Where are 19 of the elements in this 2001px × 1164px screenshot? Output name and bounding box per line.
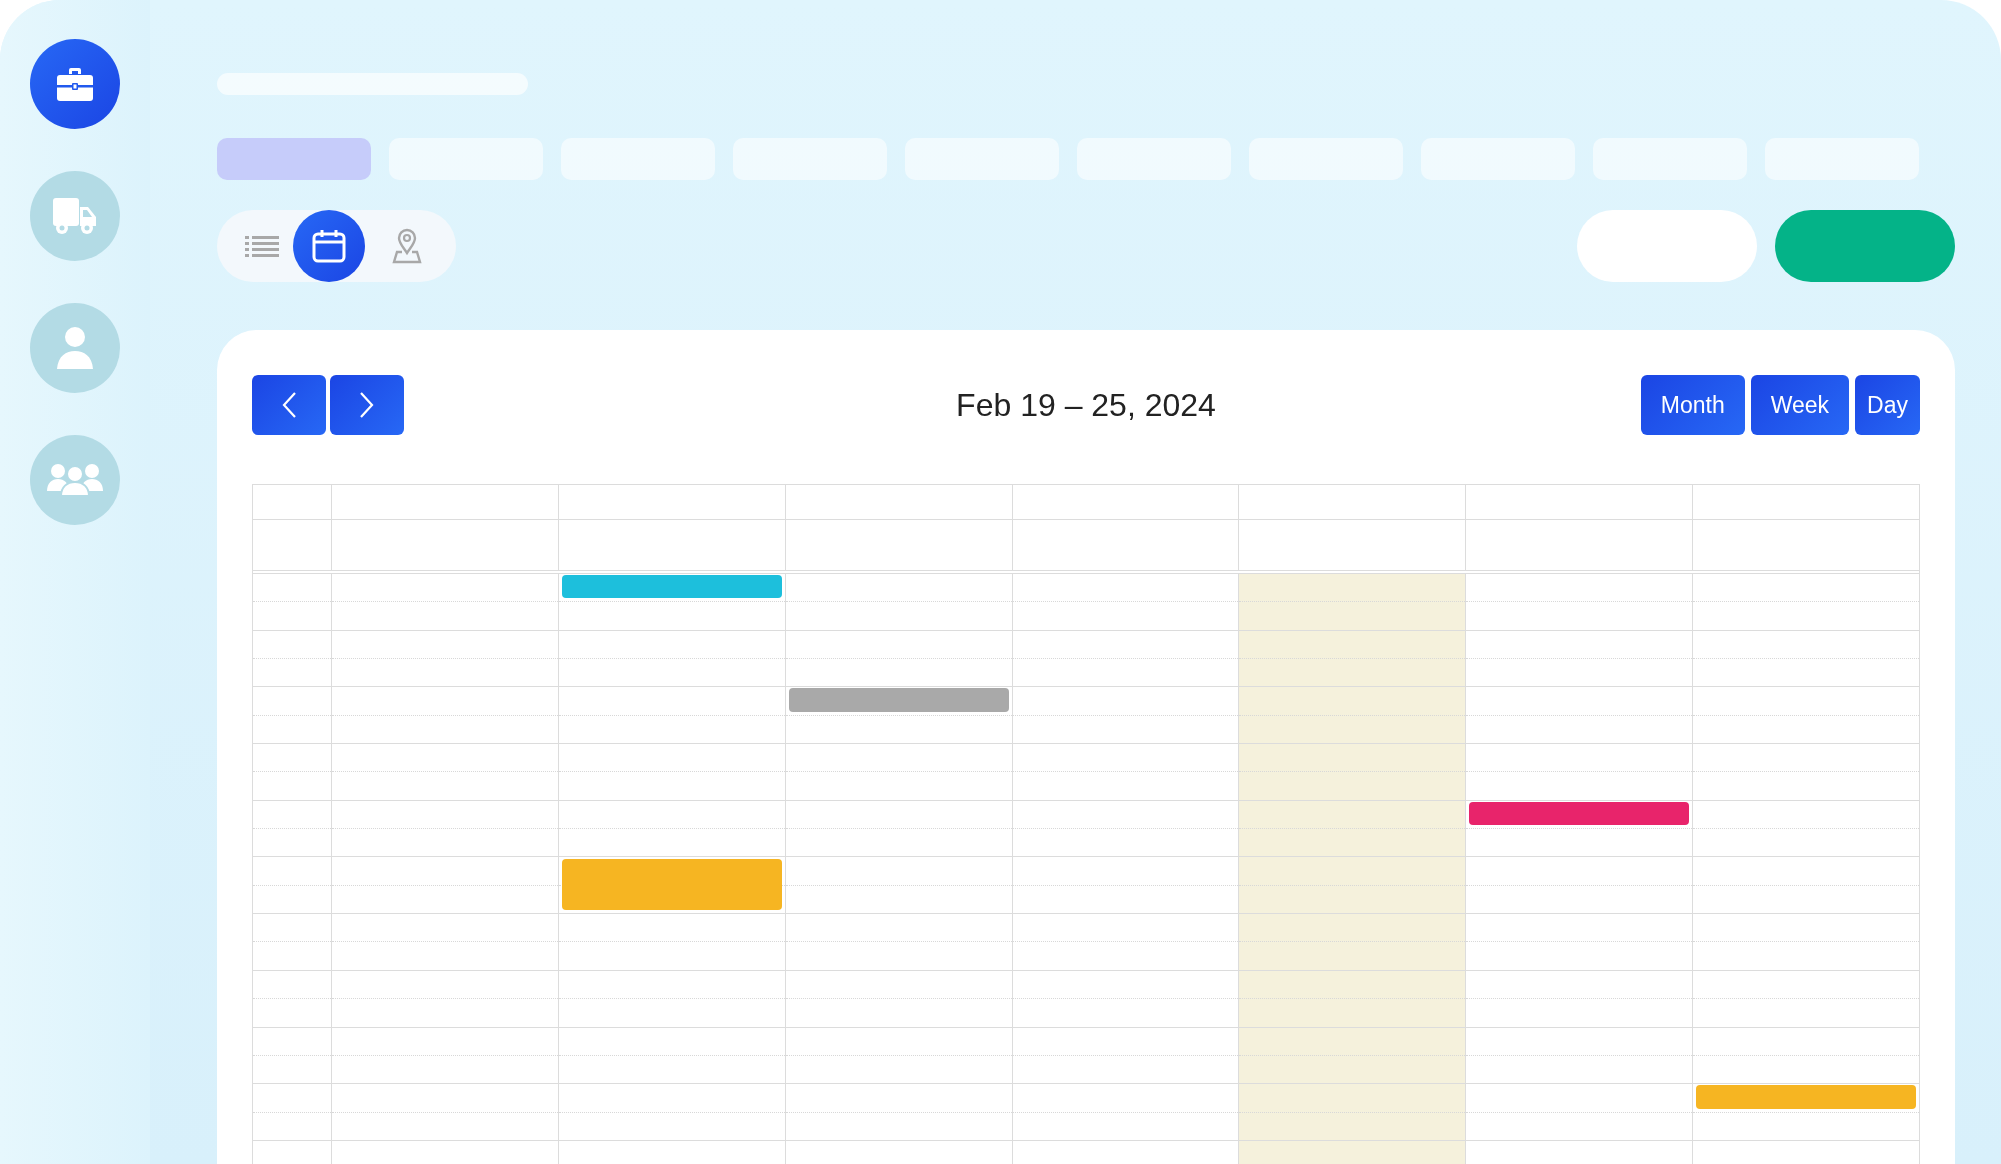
event-bar[interactable] (561, 575, 782, 599)
briefcase-icon (56, 66, 94, 102)
list-icon (245, 235, 279, 257)
view-range-button[interactable]: Week (1750, 375, 1850, 435)
truck-icon (52, 196, 98, 236)
tab[interactable] (217, 138, 371, 180)
group-icon (46, 463, 104, 497)
event-bar[interactable] (561, 858, 782, 911)
view-range-button[interactable]: Month (1640, 375, 1745, 435)
calendar-icon (312, 229, 346, 263)
previous-button[interactable] (252, 375, 326, 435)
chevron-left-icon (281, 391, 297, 419)
event-bar[interactable] (1469, 801, 1690, 826)
chevron-right-icon (359, 391, 375, 419)
date-range-title: Feb 19 – 25, 2024 (956, 386, 1216, 424)
next-button[interactable] (330, 375, 404, 435)
view-range-button[interactable]: Day (1855, 375, 1920, 435)
person-icon (56, 326, 94, 370)
map-pin-icon (392, 228, 422, 264)
